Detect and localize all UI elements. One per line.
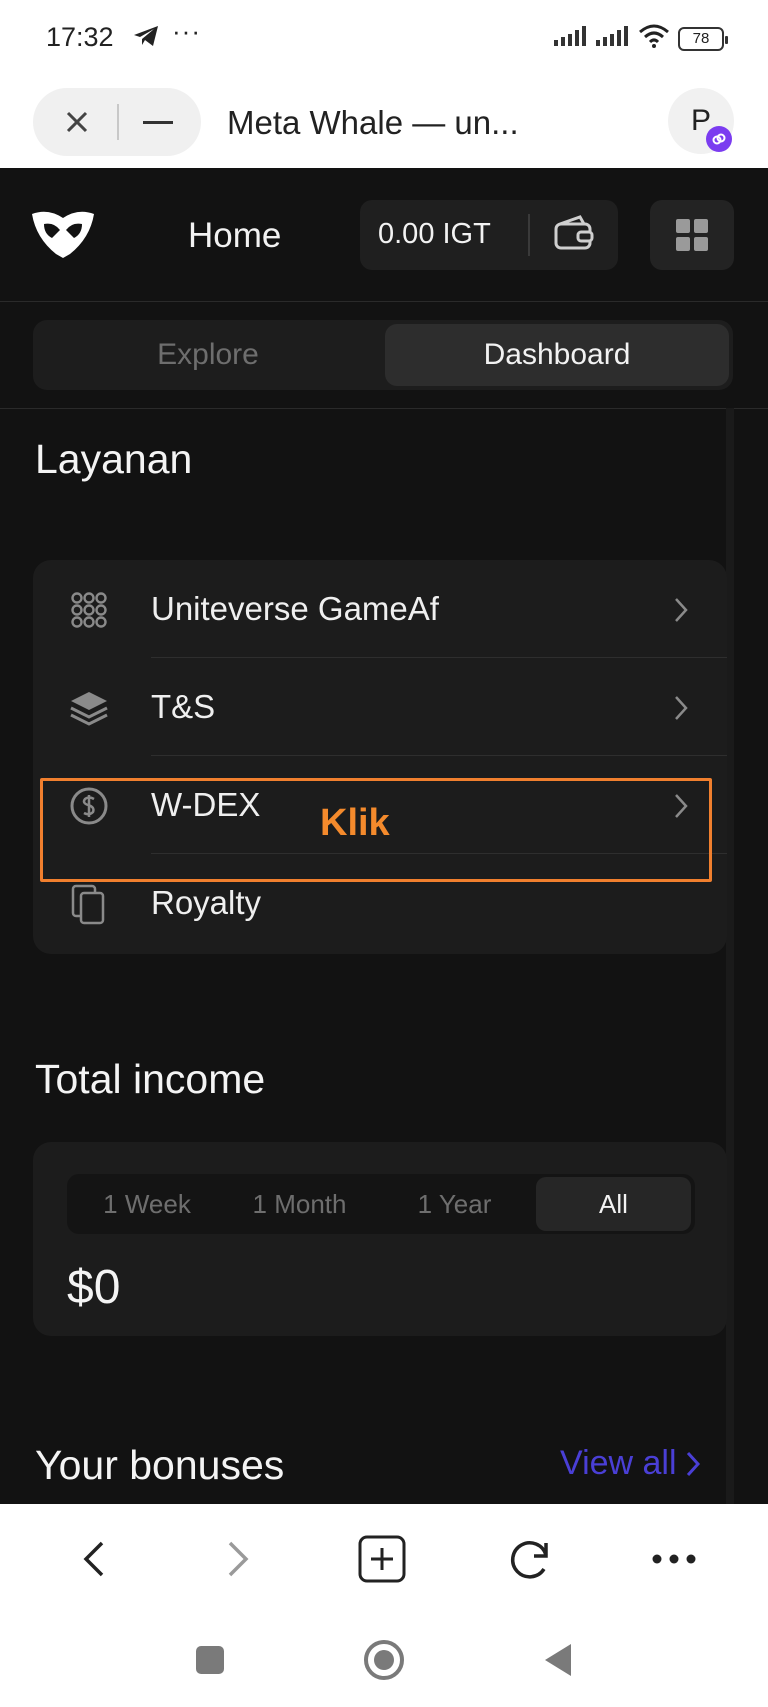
wallet-balance-button[interactable]: 0.00 IGT: [360, 200, 618, 270]
separator: [528, 214, 530, 256]
signal-2-icon: [596, 26, 630, 51]
total-income-title: Total income: [35, 1056, 266, 1102]
browser-toolbar: [0, 1504, 768, 1614]
period-all[interactable]: All: [536, 1177, 691, 1231]
home-label[interactable]: Home: [188, 216, 281, 256]
period-selector: 1 Week 1 Month 1 Year All: [67, 1174, 695, 1234]
list-item-label: W-DEX: [151, 786, 261, 823]
scrollbar[interactable]: [726, 408, 734, 1504]
meta-whale-logo-icon[interactable]: [30, 208, 96, 265]
signal-icon: [554, 26, 588, 51]
income-amount: $0: [67, 1261, 121, 1314]
annotation-label: Klik: [320, 802, 390, 844]
list-item-label: T&S: [151, 688, 216, 725]
list-item-label: Royalty: [151, 884, 262, 921]
back-icon[interactable]: [69, 1534, 119, 1584]
new-tab-icon[interactable]: [357, 1534, 407, 1584]
wifi-icon: [638, 24, 670, 53]
wallet-icon: [552, 214, 596, 259]
telegram-icon: [132, 24, 160, 53]
status-bar: 17:32 ··· 78: [0, 0, 768, 76]
system-nav-bar: [0, 1614, 768, 1707]
layers-icon: [69, 688, 109, 728]
view-all-label: View all: [560, 1444, 677, 1482]
apps-grid-button[interactable]: [650, 200, 734, 270]
list-item-royalty[interactable]: Royalty: [33, 854, 727, 952]
home-icon[interactable]: [360, 1636, 408, 1684]
minimize-icon[interactable]: [143, 121, 173, 124]
services-list: Uniteverse GameAf T&S W-DEX Royalty: [33, 560, 727, 954]
back-nav-icon[interactable]: [534, 1636, 582, 1684]
status-more-icon: ···: [172, 16, 201, 46]
page-title[interactable]: Meta Whale — un...: [227, 104, 519, 142]
battery-icon: 78: [678, 26, 728, 51]
view-switcher: Explore Dashboard: [33, 320, 733, 390]
app-header: Home 0.00 IGT: [0, 168, 768, 302]
recents-icon[interactable]: [186, 1636, 234, 1684]
list-item-uniteverse[interactable]: Uniteverse GameAf: [33, 560, 727, 658]
period-1-week[interactable]: 1 Week: [67, 1174, 227, 1234]
grid-dots-icon: [69, 590, 109, 630]
reload-icon[interactable]: [505, 1534, 555, 1584]
tab-explore[interactable]: Explore: [33, 320, 383, 390]
dollar-circle-icon: [69, 786, 109, 826]
bonuses-title: Your bonuses: [35, 1442, 285, 1488]
period-1-month[interactable]: 1 Month: [222, 1174, 377, 1234]
link-badge-icon: [706, 126, 732, 152]
chevron-right-icon: [673, 596, 689, 629]
services-title: Layanan: [35, 436, 193, 482]
list-item-ts[interactable]: T&S: [33, 658, 727, 756]
chevron-right-icon: [673, 792, 689, 825]
chevron-right-icon: [686, 1451, 700, 1476]
balance-amount: 0.00 IGT: [378, 218, 491, 250]
separator: [117, 104, 119, 140]
cards-icon: [69, 884, 109, 925]
chevron-right-icon: [673, 694, 689, 727]
divider: [0, 408, 768, 409]
browser-url-bar: Meta Whale — un... P: [0, 76, 768, 168]
list-item-label: Uniteverse GameAf: [151, 590, 439, 627]
close-icon[interactable]: [57, 102, 97, 142]
view-all-link[interactable]: View all: [560, 1444, 701, 1483]
period-1-year[interactable]: 1 Year: [377, 1174, 532, 1234]
tab-dashboard[interactable]: Dashboard: [385, 324, 729, 386]
income-card: 1 Week 1 Month 1 Year All $0: [33, 1142, 727, 1336]
tab-controls: [33, 88, 201, 156]
status-time: 17:32: [46, 22, 114, 52]
menu-more-icon[interactable]: [649, 1534, 699, 1584]
forward-icon[interactable]: [213, 1534, 263, 1584]
grid-icon: [676, 219, 708, 251]
